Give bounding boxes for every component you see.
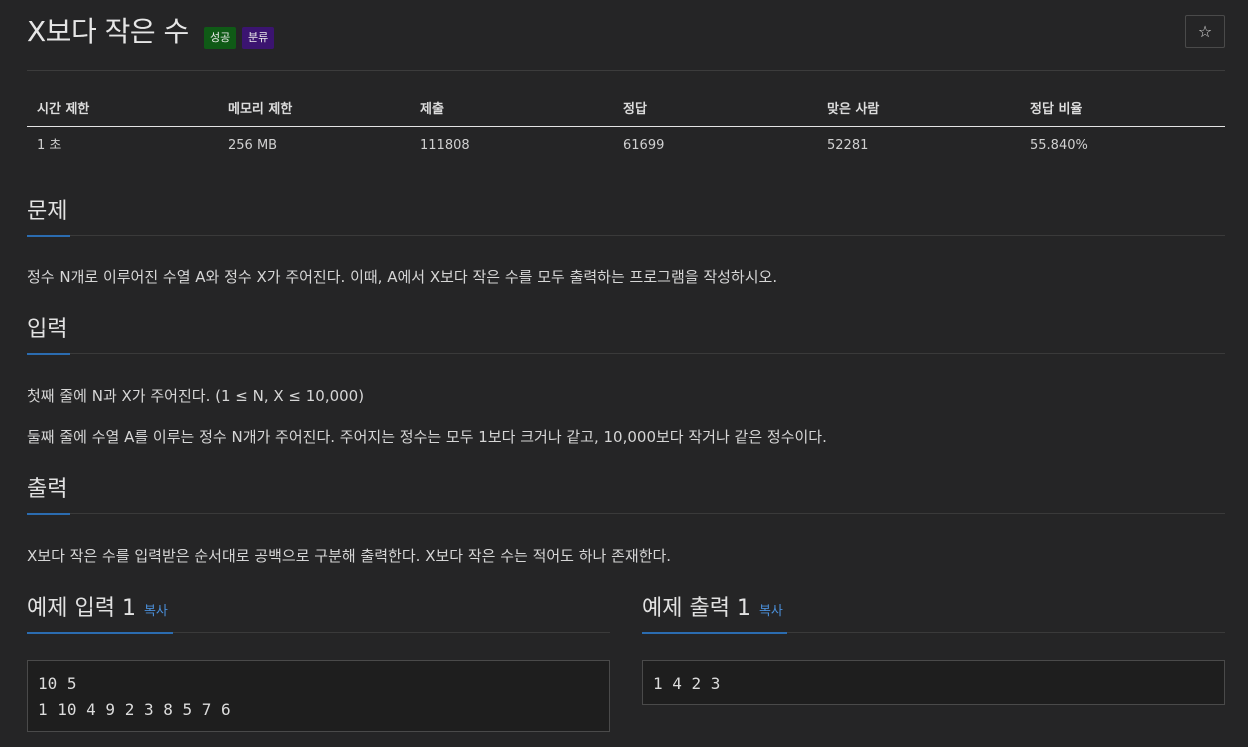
problem-section-heading: 문제	[27, 195, 1225, 237]
heading-underline	[642, 632, 787, 634]
title-row: X보다 작은 수 성공 분류 ☆	[27, 14, 1225, 54]
problem-info-table: 시간 제한 메모리 제한 제출 정답 맞은 사람 정답 비율 1 초 256 M…	[27, 94, 1225, 159]
sample-output-heading: 예제 출력 1 복사	[642, 592, 1225, 634]
table-header-row: 시간 제한 메모리 제한 제출 정답 맞은 사람 정답 비율	[27, 94, 1225, 127]
star-button[interactable]: ☆	[1185, 15, 1225, 48]
heading-underline	[27, 632, 173, 634]
table-row: 1 초 256 MB 111808 61699 52281 55.840%	[27, 127, 1225, 159]
value-time-limit: 1 초	[37, 138, 62, 153]
output-section-heading: 출력	[27, 473, 1225, 515]
value-memory-limit: 256 MB	[228, 138, 278, 153]
input-section-heading: 입력	[27, 313, 1225, 355]
category-badge[interactable]: 분류	[242, 27, 275, 49]
copy-sample-output-button[interactable]: 복사	[759, 604, 783, 619]
heading-underline	[27, 235, 70, 237]
heading-underline	[27, 353, 70, 355]
title-divider	[27, 70, 1225, 71]
input-heading: 입력	[27, 317, 68, 342]
input-description-line2: 둘째 줄에 수열 A를 이루는 정수 N개가 주어진다. 주어지는 정수는 모두…	[27, 428, 827, 446]
header-submissions: 제출	[420, 102, 444, 117]
header-solved-users: 맞은 사람	[827, 102, 880, 117]
header-time-limit: 시간 제한	[37, 102, 90, 117]
problem-heading: 문제	[27, 199, 68, 224]
sample-output-box[interactable]: 1 4 2 3	[642, 660, 1225, 705]
value-solved-users: 52281	[827, 138, 869, 153]
value-accept-ratio: 55.840%	[1030, 138, 1088, 153]
heading-underline	[27, 513, 70, 515]
problem-title: X보다 작은 수	[27, 15, 189, 48]
problem-description: 정수 N개로 이루어진 수열 A와 정수 X가 주어진다. 이때, A에서 X보…	[27, 268, 778, 286]
header-accepted: 정답	[623, 102, 647, 117]
sample-input-title: 예제 입력 1	[27, 596, 136, 621]
header-accept-ratio: 정답 비율	[1030, 102, 1083, 117]
output-description: X보다 작은 수를 입력받은 순서대로 공백으로 구분해 출력한다. X보다 작…	[27, 547, 672, 565]
sample-input-box[interactable]: 10 5 1 10 4 9 2 3 8 5 7 6	[27, 660, 610, 732]
value-accepted: 61699	[623, 138, 665, 153]
output-heading: 출력	[27, 477, 68, 502]
header-memory-limit: 메모리 제한	[228, 102, 293, 117]
copy-sample-input-button[interactable]: 복사	[144, 604, 168, 619]
sample-output-title: 예제 출력 1	[642, 596, 751, 621]
value-submissions: 111808	[420, 138, 470, 153]
input-description-line1: 첫째 줄에 N과 X가 주어진다. (1 ≤ N, X ≤ 10,000)	[27, 387, 365, 405]
sample-input-heading: 예제 입력 1 복사	[27, 592, 610, 634]
success-badge[interactable]: 성공	[204, 27, 237, 49]
star-icon: ☆	[1197, 22, 1213, 41]
